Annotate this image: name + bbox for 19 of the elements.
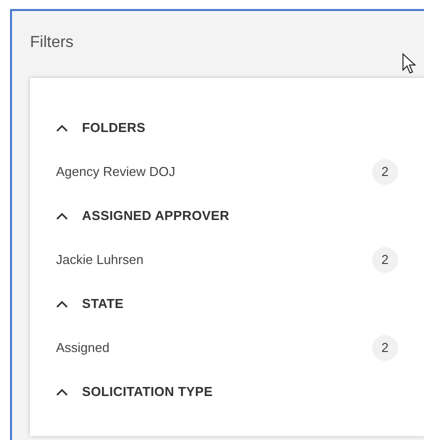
filter-item[interactable]: Jackie Luhrsen 2 <box>30 236 424 284</box>
panel-title: Filters <box>30 33 74 53</box>
chevron-up-icon <box>56 388 68 396</box>
section-header[interactable]: ASSIGNED APPROVER <box>30 196 230 236</box>
count-badge: 2 <box>372 247 398 273</box>
chevron-up-icon <box>56 212 68 220</box>
count-badge: 2 <box>372 159 398 185</box>
mouse-pointer-icon <box>402 53 416 75</box>
filter-label: Jackie Luhrsen <box>56 251 144 270</box>
chevron-up-icon <box>56 300 68 308</box>
count-badge: 2 <box>372 335 398 361</box>
filter-label: Agency Review DOJ <box>56 163 176 182</box>
section-header[interactable]: SOLICITATION TYPE <box>30 372 213 412</box>
filter-item[interactable]: Agency Review DOJ 2 <box>30 148 424 196</box>
section-header[interactable]: FOLDERS <box>30 108 146 148</box>
chevron-up-icon <box>56 124 68 132</box>
section-header[interactable]: STATE <box>30 284 124 324</box>
filter-label: Assigned <box>56 339 110 358</box>
filter-item[interactable]: Assigned 2 <box>30 324 424 372</box>
